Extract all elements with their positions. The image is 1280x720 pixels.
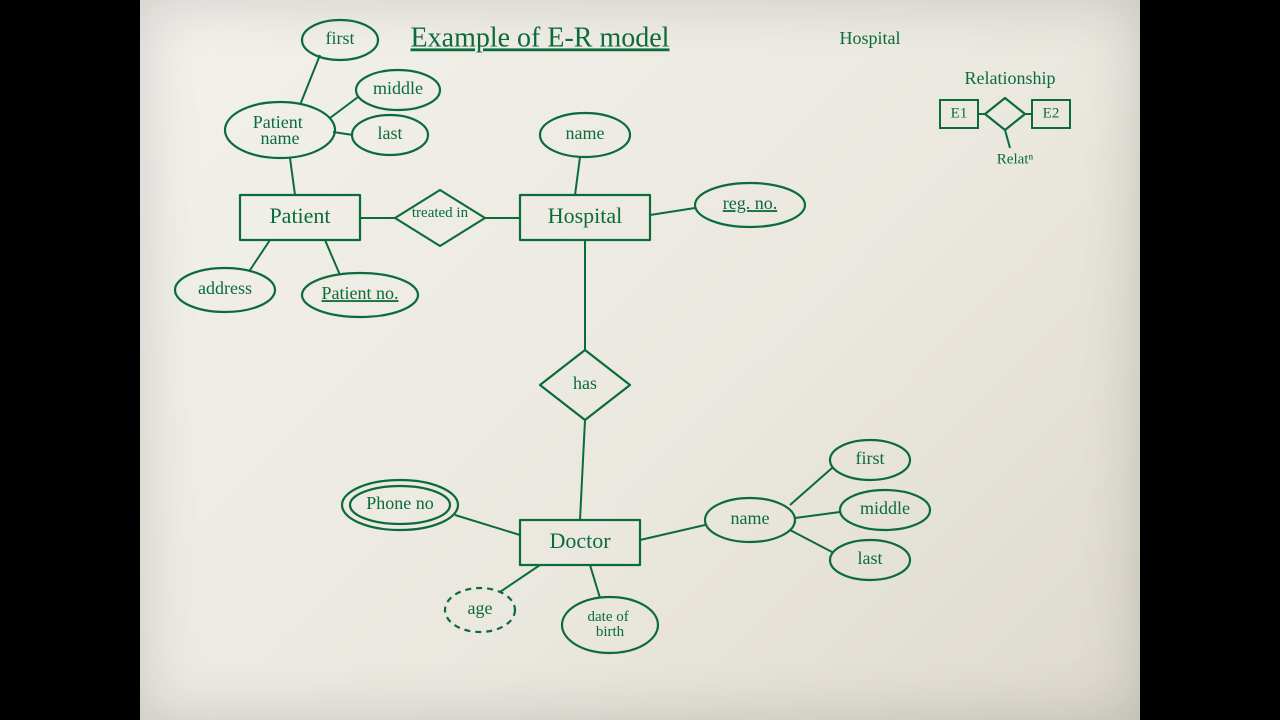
attr-address-label: address	[198, 278, 252, 298]
attr-last-label: last	[378, 123, 403, 143]
legend-e1: E1	[951, 105, 968, 121]
attr-age-label: age	[468, 598, 493, 618]
legend-e2: E2	[1043, 105, 1060, 121]
attr-dob-label: date of birth	[588, 609, 633, 640]
attr-d-first-label: first	[856, 448, 885, 468]
context-label: Hospital	[840, 28, 901, 48]
whiteboard-paper: Example of E-R model Hospital Relationsh…	[140, 0, 1140, 720]
attr-hospital-name-label: name	[566, 123, 605, 143]
rel-has-label: has	[573, 373, 597, 393]
attr-patient-name-label: Patient name	[253, 112, 308, 148]
entity-hospital-label: Hospital	[548, 203, 623, 228]
er-diagram-svg: Example of E-R model Hospital Relationsh…	[140, 0, 1140, 720]
attr-doctor-name-label: name	[731, 508, 770, 528]
legend-heading: Relationship	[965, 68, 1056, 88]
legend-caption: Relatⁿ	[997, 151, 1034, 167]
entity-patient-label: Patient	[269, 203, 330, 228]
attr-d-middle-label: middle	[860, 498, 910, 518]
diagram-title: Example of E-R model	[411, 22, 670, 53]
legend-group: Relationship E1 E2 Relatⁿ	[940, 68, 1070, 167]
attr-first-label: first	[326, 28, 355, 48]
rel-treated-in-label: treated in	[412, 205, 469, 221]
legend-diamond	[985, 98, 1025, 130]
attr-d-last-label: last	[858, 548, 883, 568]
attr-phone-no-label: Phone no	[366, 493, 434, 513]
entity-doctor-label: Doctor	[549, 528, 611, 553]
attr-middle-label: middle	[373, 78, 423, 98]
attr-patient-no-label: Patient no.	[322, 283, 399, 303]
attr-reg-no-label: reg. no.	[723, 193, 777, 213]
